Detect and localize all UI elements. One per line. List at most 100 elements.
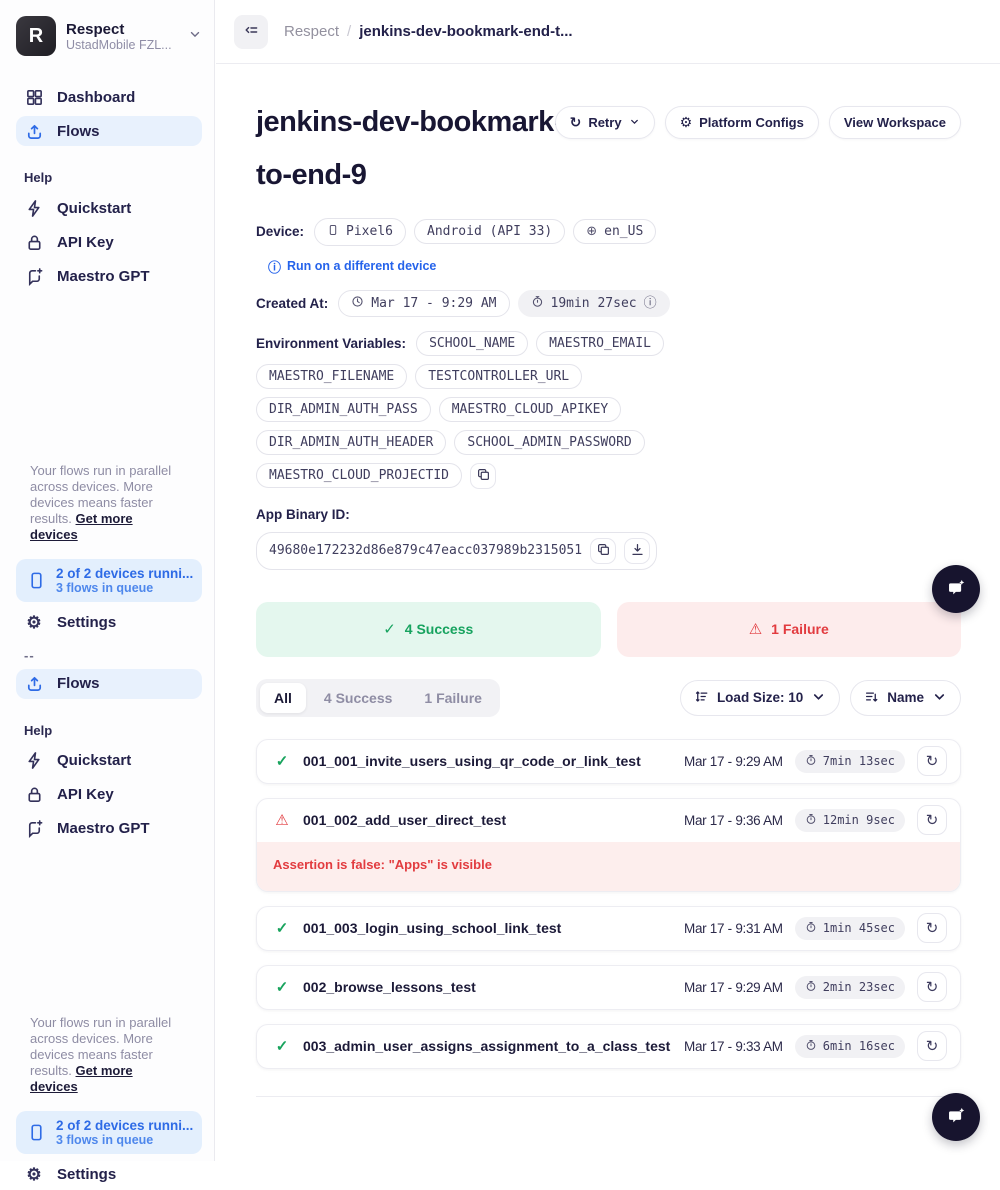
success-check-icon: ✓ bbox=[273, 752, 291, 770]
phone-icon bbox=[327, 223, 339, 241]
test-duration-chip: 1min 45sec bbox=[795, 917, 905, 940]
test-row-failed[interactable]: ⚠ 001_002_add_user_direct_test Mar 17 - … bbox=[256, 798, 961, 892]
env-var: TESTCONTROLLER_URL bbox=[428, 369, 569, 384]
check-icon: ✓ bbox=[383, 620, 396, 638]
devices-running-text: 2 of 2 devices runni... bbox=[56, 1118, 193, 1133]
retry-test-button[interactable]: ↻ bbox=[917, 972, 947, 1002]
retry-test-button[interactable]: ↻ bbox=[917, 805, 947, 835]
devices-running-text: 2 of 2 devices runni... bbox=[56, 566, 193, 581]
success-banner: ✓ 4 Success bbox=[256, 602, 601, 657]
failure-banner: ⚠ 1 Failure bbox=[617, 602, 962, 657]
env-var: DIR_ADMIN_AUTH_HEADER bbox=[269, 435, 433, 450]
globe-icon: ⊕ bbox=[586, 225, 597, 238]
device-status-card-2[interactable]: 2 of 2 devices runni... 3 flows in queue bbox=[16, 1111, 202, 1154]
chat-plus-icon bbox=[24, 819, 44, 839]
test-time: Mar 17 - 9:33 AM bbox=[684, 1039, 783, 1054]
breadcrumb-root[interactable]: Respect bbox=[284, 23, 339, 40]
collapse-sidebar-button[interactable] bbox=[234, 15, 268, 49]
copy-icon bbox=[476, 467, 491, 485]
chevron-down-icon bbox=[188, 27, 202, 46]
env-var-chip: SCHOOL_NAME bbox=[416, 331, 528, 356]
test-row[interactable]: ✓ 002_browse_lessons_test Mar 17 - 9:29 … bbox=[256, 965, 961, 1010]
sidebar-item-dashboard[interactable]: Dashboard bbox=[16, 82, 202, 112]
feedback-chat-button[interactable] bbox=[932, 565, 980, 613]
app-binary-label: App Binary ID: bbox=[256, 507, 961, 522]
breadcrumb: Respect / jenkins-dev-bookmark-end-t... bbox=[284, 23, 573, 40]
test-row[interactable]: ✓ 003_admin_user_assigns_assignment_to_a… bbox=[256, 1024, 961, 1069]
filter-tabs: All 4 Success 1 Failure bbox=[256, 679, 500, 717]
device-os-chip: Android (API 33) bbox=[414, 219, 565, 244]
platform-configs-label: Platform Configs bbox=[699, 115, 804, 130]
env-var: MAESTRO_EMAIL bbox=[549, 336, 651, 351]
retry-button[interactable]: ↻ Retry bbox=[555, 106, 655, 139]
retry-test-button[interactable]: ↻ bbox=[917, 746, 947, 776]
stopwatch-icon bbox=[805, 754, 817, 769]
action-buttons: ↻ Retry ⚙ Platform Configs View Workspac… bbox=[555, 106, 961, 139]
env-vars-label: Environment Variables: bbox=[256, 336, 406, 351]
success-check-icon: ✓ bbox=[273, 919, 291, 937]
sidebar-item-label: API Key bbox=[57, 234, 114, 251]
sidebar-item-quickstart-2[interactable]: Quickstart bbox=[16, 746, 202, 776]
sidebar-item-flows[interactable]: Flows bbox=[16, 116, 202, 146]
view-workspace-label: View Workspace bbox=[844, 115, 946, 130]
load-size-icon bbox=[694, 689, 709, 707]
env-var-chip: DIR_ADMIN_AUTH_PASS bbox=[256, 397, 431, 422]
sidebar-item-flows-2[interactable]: Flows bbox=[16, 669, 202, 699]
device-row: Device: Pixel6 Android (API 33) ⊕ en_US bbox=[256, 218, 961, 246]
download-binary-button[interactable] bbox=[624, 538, 650, 564]
gear-icon: ⚙ bbox=[680, 116, 693, 130]
info-icon: ⓘ bbox=[268, 257, 281, 276]
test-row[interactable]: ✓ 001_001_invite_users_using_qr_code_or_… bbox=[256, 739, 961, 784]
sidebar: R Respect UstadMobile FZL... Dashboard F… bbox=[0, 0, 215, 1161]
workspace-name: Respect bbox=[66, 21, 178, 38]
sidebar-item-quickstart[interactable]: Quickstart bbox=[16, 193, 202, 223]
copy-env-button[interactable] bbox=[470, 463, 496, 489]
help-section-label-2: Help bbox=[24, 723, 202, 738]
sidebar-item-maestro-gpt-2[interactable]: Maestro GPT bbox=[16, 814, 202, 844]
sidebar-item-settings-2[interactable]: ⚙ Settings bbox=[16, 1160, 202, 1190]
sort-dropdown[interactable]: Name bbox=[850, 680, 961, 716]
test-time: Mar 17 - 9:29 AM bbox=[684, 754, 783, 769]
download-icon bbox=[630, 542, 645, 560]
view-workspace-button[interactable]: View Workspace bbox=[829, 106, 961, 139]
sidebar-item-api-key[interactable]: API Key bbox=[16, 227, 202, 257]
copy-icon bbox=[596, 542, 611, 560]
load-size-dropdown[interactable]: Load Size: 10 bbox=[680, 680, 840, 716]
device-os: Android (API 33) bbox=[427, 224, 552, 239]
device-locale-chip: ⊕ en_US bbox=[573, 219, 656, 244]
env-var-chip: MAESTRO_FILENAME bbox=[256, 364, 407, 389]
sidebar-item-maestro-gpt[interactable]: Maestro GPT bbox=[16, 261, 202, 291]
chat-sparkle-icon bbox=[945, 577, 967, 602]
device-model: Pixel6 bbox=[346, 224, 393, 239]
copy-binary-id-button[interactable] bbox=[590, 538, 616, 564]
env-var-chip: MAESTRO_EMAIL bbox=[536, 331, 664, 356]
lock-icon bbox=[24, 785, 44, 805]
device-status-card[interactable]: 2 of 2 devices runni... 3 flows in queue bbox=[16, 559, 202, 602]
test-duration: 1min 45sec bbox=[823, 921, 895, 935]
feedback-chat-button-2[interactable] bbox=[932, 1093, 980, 1141]
total-duration-chip: 19min 27sec ⓘ bbox=[518, 290, 670, 317]
stopwatch-icon bbox=[805, 980, 817, 995]
summary-banners: ✓ 4 Success ⚠ 1 Failure bbox=[256, 602, 961, 657]
list-end-divider bbox=[256, 1096, 961, 1097]
workspace-switcher[interactable]: R Respect UstadMobile FZL... bbox=[16, 16, 202, 56]
workspace-org: UstadMobile FZL... bbox=[66, 38, 178, 52]
refresh-icon: ↻ bbox=[926, 978, 939, 996]
test-row[interactable]: ✓ 001_003_login_using_school_link_test M… bbox=[256, 906, 961, 951]
test-name: 001_003_login_using_school_link_test bbox=[303, 920, 672, 936]
tab-all[interactable]: All bbox=[260, 683, 306, 713]
top-bar: Respect / jenkins-dev-bookmark-end-t... bbox=[216, 0, 1000, 64]
platform-configs-button[interactable]: ⚙ Platform Configs bbox=[665, 106, 819, 139]
env-var: DIR_ADMIN_AUTH_PASS bbox=[269, 402, 418, 417]
tab-failure[interactable]: 1 Failure bbox=[410, 683, 496, 713]
tab-success[interactable]: 4 Success bbox=[310, 683, 407, 713]
run-different-device-link[interactable]: ⓘ Run on a different device bbox=[268, 257, 961, 276]
retry-test-button[interactable]: ↻ bbox=[917, 1031, 947, 1061]
stopwatch-icon bbox=[531, 295, 544, 312]
clock-icon bbox=[351, 295, 364, 312]
gear-icon: ⚙ bbox=[24, 613, 44, 633]
sidebar-item-settings[interactable]: ⚙ Settings bbox=[16, 608, 202, 638]
sidebar-item-api-key-2[interactable]: API Key bbox=[16, 780, 202, 810]
lock-icon bbox=[24, 232, 44, 252]
retry-test-button[interactable]: ↻ bbox=[917, 913, 947, 943]
